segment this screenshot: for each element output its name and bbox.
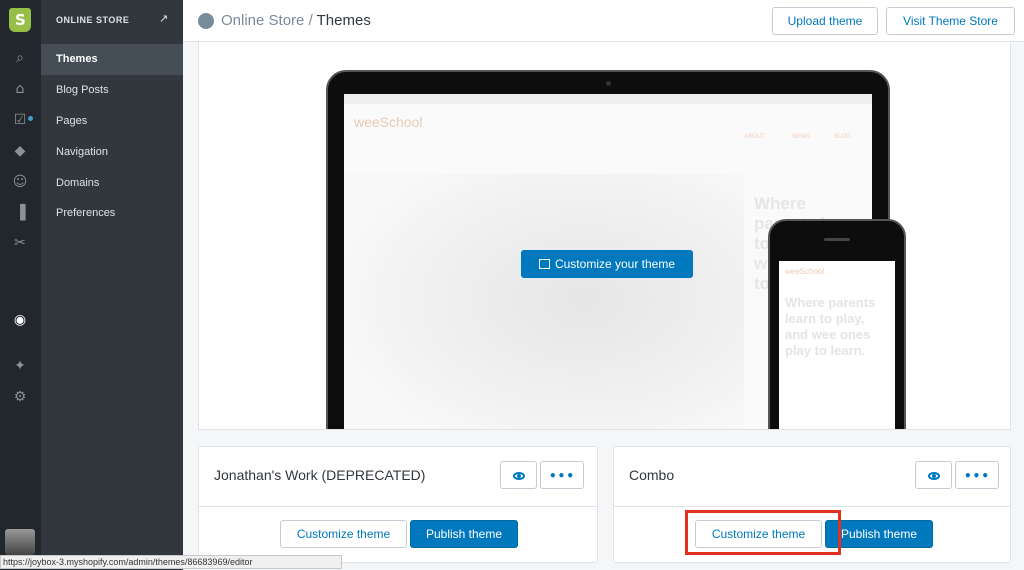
- sidebar-header: ONLINE STORE: [56, 15, 130, 25]
- eye-icon: [512, 471, 525, 480]
- sidebar-item-themes[interactable]: Themes: [41, 44, 183, 75]
- breadcrumb-parent[interactable]: Online Store: [221, 12, 304, 29]
- site-nav-about: ABOUT: [744, 134, 765, 140]
- theme-name: Combo: [629, 467, 675, 483]
- notification-dot: [28, 116, 33, 121]
- theme-card: Combo ••• Customize theme Publish theme: [613, 446, 1011, 563]
- status-bar-url: https://joybox-3.myshopify.com/admin/the…: [0, 555, 342, 569]
- phone-mockup: weeSchool Where parents learn to play, a…: [768, 219, 906, 429]
- online-store-sidebar: ONLINE STORE ↗ Themes Blog Posts Pages N…: [41, 0, 183, 570]
- more-actions-button[interactable]: •••: [955, 461, 999, 489]
- customize-your-theme-label: Customize your theme: [554, 257, 676, 271]
- settings-icon[interactable]: ⚙: [11, 388, 29, 406]
- customers-icon[interactable]: ☺: [11, 173, 29, 191]
- home-icon[interactable]: ⌂: [11, 80, 29, 98]
- reports-icon[interactable]: ▐: [11, 204, 29, 222]
- online-store-breadcrumb-icon: [198, 13, 214, 29]
- breadcrumb-separator: /: [308, 12, 313, 29]
- page-title: Themes: [316, 12, 371, 29]
- site-nav-news: NEWS: [792, 134, 810, 140]
- sidebar-item-preferences[interactable]: Preferences: [41, 198, 183, 229]
- theme-card: Jonathan's Work (DEPRECATED) ••• Customi…: [198, 446, 598, 563]
- sidebar-item-navigation[interactable]: Navigation: [41, 137, 183, 168]
- theme-name: Jonathan's Work (DEPRECATED): [214, 467, 426, 483]
- preview-theme-button[interactable]: [915, 461, 952, 489]
- divider: [199, 506, 597, 507]
- products-icon[interactable]: ◆: [11, 142, 29, 160]
- sidebar-item-domains[interactable]: Domains: [41, 168, 183, 199]
- customize-theme-button[interactable]: Customize theme: [695, 520, 822, 548]
- sidebar-item-pages[interactable]: Pages: [41, 106, 183, 137]
- current-theme-preview: weeSchool ABOUT NEWS BLOG Where parents …: [198, 42, 1011, 430]
- hero-photo: [344, 174, 744, 429]
- orders-icon[interactable]: ☑: [11, 111, 29, 129]
- apps-icon[interactable]: ✦: [11, 357, 29, 375]
- phone-speaker: [824, 238, 850, 241]
- browser-bar: [344, 94, 872, 104]
- more-actions-button[interactable]: •••: [540, 461, 584, 489]
- avatar[interactable]: [5, 529, 35, 555]
- eye-icon: [927, 471, 940, 480]
- discounts-icon[interactable]: ✂: [11, 234, 29, 252]
- shopify-logo-icon[interactable]: [9, 8, 31, 32]
- ellipsis-icon: •••: [548, 469, 575, 483]
- ellipsis-icon: •••: [963, 469, 990, 483]
- customize-theme-button[interactable]: Customize theme: [280, 520, 407, 548]
- divider: [614, 506, 1010, 507]
- publish-theme-button[interactable]: Publish theme: [825, 520, 933, 548]
- online-store-icon[interactable]: ◉: [11, 311, 29, 329]
- top-bar: Online Store / Themes Upload theme Visit…: [183, 0, 1024, 42]
- layout-icon: [538, 259, 550, 269]
- phone-hero-text: Where parents learn to play, and wee one…: [785, 295, 876, 358]
- breadcrumb: Online Store / Themes: [221, 12, 371, 29]
- publish-theme-button[interactable]: Publish theme: [410, 520, 518, 548]
- icon-rail: ⌕ ⌂ ☑ ◆ ☺ ▐ ✂ ◉ ✦ ⚙: [0, 0, 41, 570]
- search-icon[interactable]: ⌕: [11, 49, 29, 67]
- site-nav-blog: BLOG: [834, 134, 851, 140]
- camera: [606, 81, 611, 86]
- site-brand: weeSchool: [354, 114, 423, 130]
- external-link-icon[interactable]: ↗: [159, 12, 171, 25]
- sidebar-item-blog-posts[interactable]: Blog Posts: [41, 75, 183, 106]
- preview-theme-button[interactable]: [500, 461, 537, 489]
- upload-theme-button[interactable]: Upload theme: [772, 7, 878, 35]
- customize-your-theme-button[interactable]: Customize your theme: [521, 250, 693, 278]
- visit-theme-store-button[interactable]: Visit Theme Store: [886, 7, 1015, 35]
- phone-site-brand: weeSchool: [785, 267, 825, 276]
- phone-screen: weeSchool Where parents learn to play, a…: [779, 261, 895, 429]
